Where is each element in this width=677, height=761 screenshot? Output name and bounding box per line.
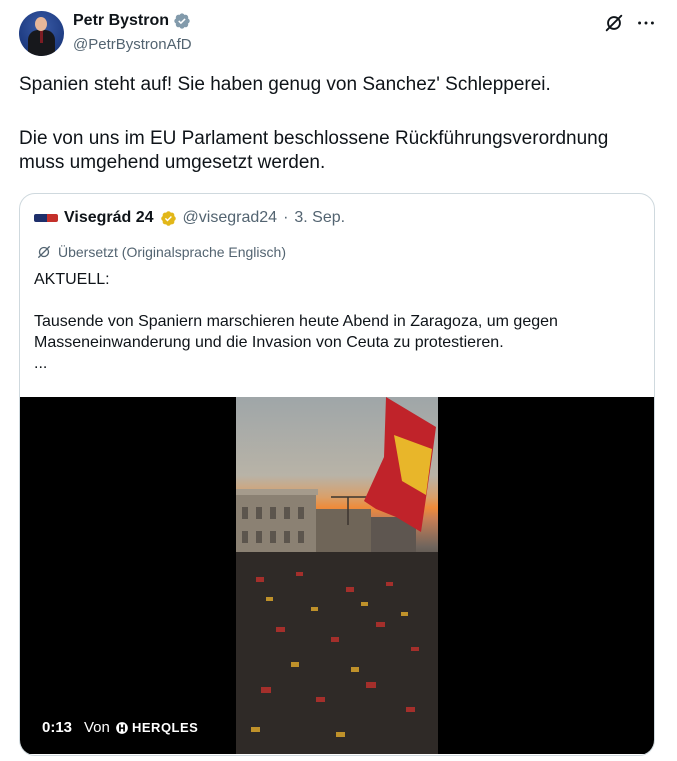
translate-icon	[38, 246, 50, 258]
quote-date[interactable]: 3. Sep.	[294, 209, 345, 227]
grok-icon[interactable]	[603, 12, 625, 34]
avatar-head	[35, 17, 47, 31]
video-frame	[236, 397, 438, 754]
video-source-brand-text: HERQLES	[132, 720, 199, 735]
author-name-row: Petr Bystron	[73, 12, 191, 30]
quote-line: ...	[34, 355, 48, 372]
video-source-label: Von	[84, 719, 110, 736]
quote-author-handle[interactable]: @visegrad24	[183, 209, 278, 227]
herqles-logo-icon	[116, 721, 128, 734]
quote-line: Tausende von Spaniern marschieren heute …	[34, 313, 558, 351]
quote-author-name[interactable]: Visegrád 24	[64, 209, 154, 227]
translation-label: Übersetzt (Originalsprache Englisch)	[58, 244, 286, 260]
quote-avatar[interactable]	[34, 214, 58, 222]
quoted-tweet[interactable]: Visegrád 24 @visegrad24 · 3. Sep. Überse…	[19, 193, 655, 756]
author-avatar[interactable]	[19, 11, 64, 56]
author-handle[interactable]: @PetrBystronAfD	[73, 36, 192, 53]
video-player[interactable]: 0:13 Von HERQLES	[20, 397, 654, 754]
video-scene	[236, 397, 438, 754]
quote-header: Visegrád 24 @visegrad24 · 3. Sep.	[34, 209, 345, 227]
quote-line: AKTUELL:	[34, 271, 110, 288]
translation-note: Übersetzt (Originalsprache Englisch)	[35, 243, 286, 261]
author-name[interactable]: Petr Bystron	[73, 12, 169, 30]
tweet-paragraph: Spanien steht auf! Sie haben genug von S…	[19, 74, 551, 95]
video-duration: 0:13	[42, 719, 73, 736]
more-icon[interactable]	[635, 12, 657, 34]
gold-verified-badge-icon	[160, 210, 176, 226]
quote-separator: ·	[283, 209, 289, 226]
video-source-brand[interactable]: HERQLES	[115, 720, 198, 735]
avatar-tie	[40, 31, 43, 43]
tweet-text: Spanien steht auf! Sie haben genug von S…	[19, 73, 659, 175]
verified-badge-icon	[174, 13, 190, 29]
quote-text: AKTUELL: Tausende von Spaniern marschier…	[34, 269, 634, 374]
tweet-paragraph: Die von uns im EU Parlament beschlossene…	[19, 128, 609, 173]
